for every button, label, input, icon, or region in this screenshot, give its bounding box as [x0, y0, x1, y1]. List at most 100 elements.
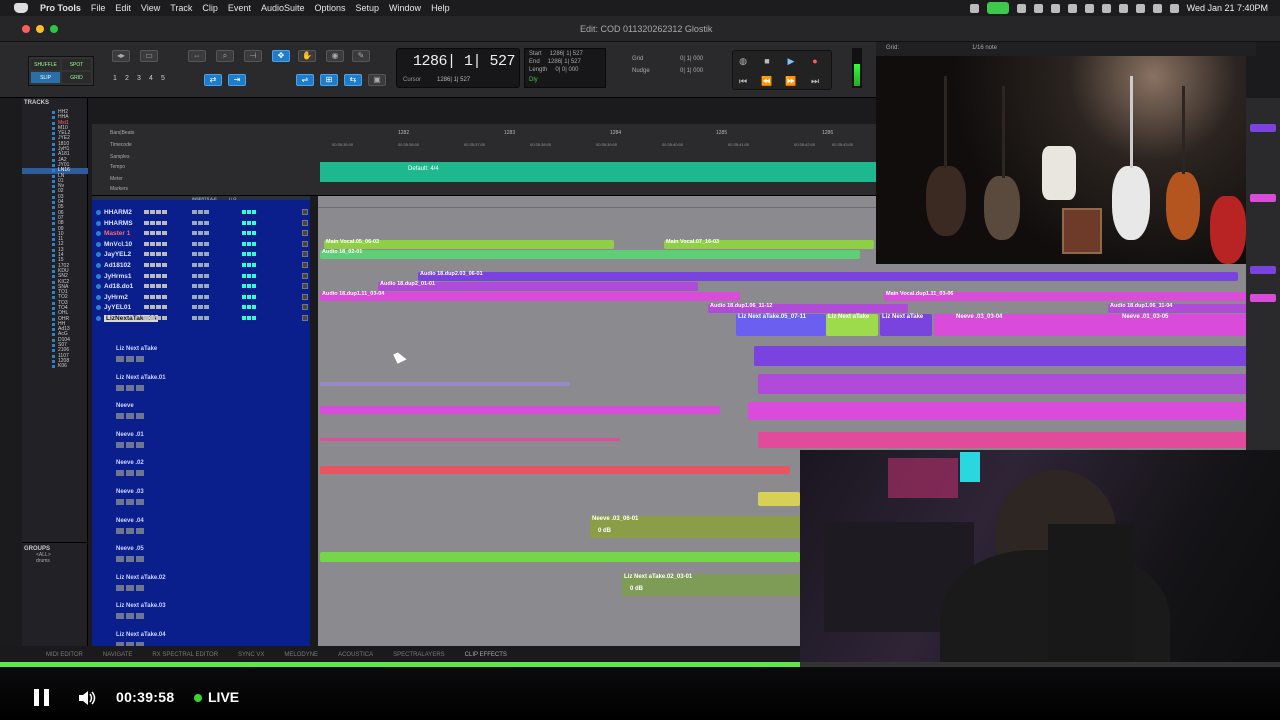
waveform-lane-3a[interactable] — [320, 406, 720, 414]
clip-liz-1[interactable]: Liz Next aTake.05_07-11 — [736, 314, 826, 336]
playlist-lane[interactable]: Neeve .01 — [92, 430, 310, 458]
playlist-lane[interactable]: Liz Next aTake.03 — [92, 601, 310, 629]
track-header[interactable]: Ad18102 — [92, 261, 310, 271]
track-io[interactable] — [242, 305, 256, 310]
record-button[interactable]: ● — [809, 55, 821, 67]
track-rsmp-buttons[interactable] — [144, 252, 167, 257]
zoom-out-icon[interactable]: ◂▸ — [112, 50, 130, 62]
tab-clip-effects[interactable]: CLIP EFFECTS — [465, 652, 507, 658]
track-name[interactable]: Ad18.do1 — [104, 283, 133, 290]
track-inserts[interactable] — [192, 316, 209, 320]
track-inserts[interactable] — [192, 305, 209, 310]
pause-icon[interactable] — [34, 689, 50, 706]
waveform-lane-6[interactable] — [758, 492, 800, 506]
user-icon[interactable] — [1118, 3, 1128, 13]
go-to-end-button[interactable]: ⏭ — [809, 75, 821, 87]
track-header[interactable]: MnVcl.10 — [92, 240, 310, 250]
main-counter[interactable]: 1286| 1| 527 Cursor 1286| 1| 527 — [396, 48, 520, 88]
track-rsmp-buttons[interactable] — [144, 231, 167, 236]
track-name[interactable]: Ad18102 — [104, 262, 131, 269]
clip-audio-3[interactable]: Audio 18.dup2_01-01 — [378, 281, 698, 291]
zoom-icon[interactable] — [50, 25, 58, 33]
menu-clip[interactable]: Clip — [202, 3, 218, 13]
track-inserts[interactable] — [192, 252, 209, 257]
track-io[interactable] — [242, 263, 256, 267]
live-indicator[interactable]: LIVE — [194, 689, 239, 705]
zoom-preset-3[interactable]: 3 — [134, 75, 144, 82]
clip-neeve-3[interactable]: Neeve .03_06-01 0 dB — [590, 516, 800, 538]
track-header[interactable]: JyYEL01 — [92, 303, 310, 313]
playlist-lane[interactable]: Neeve — [92, 401, 310, 429]
mode-slip[interactable]: SLIP — [31, 72, 60, 83]
tab-navigate[interactable]: NAVIGATE — [103, 652, 132, 658]
clip-neeve-1[interactable]: Neeve .03_03-04 — [934, 314, 1104, 336]
playlist-lane-controls[interactable] — [116, 384, 144, 391]
track-name[interactable]: MnVcl.10 — [104, 241, 132, 248]
track-io[interactable] — [242, 252, 256, 257]
track-rsmp-buttons[interactable] — [144, 316, 167, 320]
track-header[interactable]: Ad18.do1 — [92, 282, 310, 292]
track-name[interactable]: JyHrm2 — [104, 294, 128, 301]
menu-track[interactable]: Track — [170, 3, 192, 13]
play-button[interactable]: ▶ — [785, 55, 797, 67]
track-inserts[interactable] — [192, 241, 209, 246]
zoom-preset-2[interactable]: 2 — [122, 75, 132, 82]
menu-options[interactable]: Options — [314, 3, 345, 13]
track-header[interactable]: JayYEL2 — [92, 250, 310, 260]
clip-main-vocal-3[interactable]: Main Vocal.dup1.11_03-06 — [884, 291, 1264, 301]
zoom-tool-icon[interactable]: ⌕ — [216, 50, 234, 62]
track-list-item[interactable]: K06 — [22, 363, 88, 369]
track-name[interactable]: JyYEL01 — [104, 304, 131, 311]
track-inserts[interactable] — [192, 263, 209, 267]
zoom-in-icon[interactable]: ▭ — [140, 50, 158, 62]
zoom-preset-4[interactable]: 4 — [146, 75, 156, 82]
track-io[interactable] — [242, 316, 256, 320]
rewind-button[interactable]: ⏪ — [761, 75, 773, 87]
playlist-lane-controls[interactable] — [116, 356, 144, 362]
clip-liz-2[interactable]: Liz Next aTake — [826, 314, 878, 336]
track-name[interactable]: HHARM2 — [104, 209, 132, 216]
menu-view[interactable]: View — [141, 3, 160, 13]
waveform-lane-3[interactable] — [748, 402, 1260, 420]
menu-audiosuite[interactable]: AudioSuite — [261, 3, 305, 13]
track-rsmp-buttons[interactable] — [144, 241, 167, 246]
clip-main-vocal-2[interactable]: Main Vocal.07_16-03 — [664, 239, 874, 249]
clip-main-vocal-1[interactable]: Main Vocal.05_06-03 — [324, 239, 614, 249]
sel-length-value[interactable]: 0| 0| 000 — [555, 67, 578, 73]
close-icon[interactable] — [22, 25, 30, 33]
fast-forward-button[interactable]: ⏩ — [785, 75, 797, 87]
screen-icon[interactable] — [969, 3, 979, 13]
playlist-lane[interactable]: Liz Next aTake.01 — [92, 373, 310, 401]
tab-acoustica[interactable]: ACOUSTICA — [338, 652, 373, 658]
timeline-rulers[interactable]: Bars|Beats Timecode Samples Tempo Meter … — [92, 124, 876, 196]
stop-button[interactable]: ■ — [761, 55, 773, 67]
clip-neeve-2[interactable]: Neeve .01_03-05 — [1104, 314, 1260, 336]
menu-setup[interactable]: Setup — [356, 3, 380, 13]
playlist-lane-controls[interactable] — [116, 584, 144, 591]
edit-mode-selector[interactable]: SHUFFLE SPOT SLIP GRID — [28, 56, 94, 86]
waveform-lane-2[interactable] — [758, 374, 1260, 394]
trim-tool-icon[interactable]: ⊣ — [244, 50, 262, 62]
playlist-lane[interactable]: Neeve .03 — [92, 487, 310, 515]
meter-ruler-bar[interactable]: Default: 4/4 — [320, 162, 876, 182]
menu-event[interactable]: Event — [228, 3, 251, 13]
track-header[interactable]: HHARM2 — [92, 208, 310, 218]
track-io[interactable] — [242, 231, 256, 236]
zoom-preset-1[interactable]: 1 — [110, 75, 120, 82]
playlist-lane-controls[interactable] — [116, 613, 144, 620]
zoomer-icon[interactable]: ⇔ — [188, 50, 206, 62]
track-header[interactable]: Master 1 — [92, 229, 310, 239]
playlist-lane[interactable]: Liz Next aTake.02 — [92, 573, 310, 601]
waveform-lane-5[interactable] — [320, 466, 790, 474]
track-rsmp-buttons[interactable] — [144, 220, 167, 225]
track-inserts[interactable] — [192, 273, 209, 278]
tab-melodyne[interactable]: MELODYNE — [284, 652, 318, 658]
track-header[interactable]: LizNextaTake.16 — [92, 314, 310, 324]
group-drums[interactable]: drums — [22, 558, 88, 564]
clip-audio-5[interactable]: Audio 18.dup1.06_11-12 — [708, 303, 908, 313]
menu-edit[interactable]: Edit — [115, 3, 131, 13]
apple-icon[interactable] — [14, 3, 28, 13]
tab-midi-editor[interactable]: MIDI EDITOR — [46, 652, 83, 658]
nudge-value[interactable]: 0| 1| 000 — [680, 68, 703, 74]
track-name[interactable]: JyHrms1 — [104, 273, 131, 280]
